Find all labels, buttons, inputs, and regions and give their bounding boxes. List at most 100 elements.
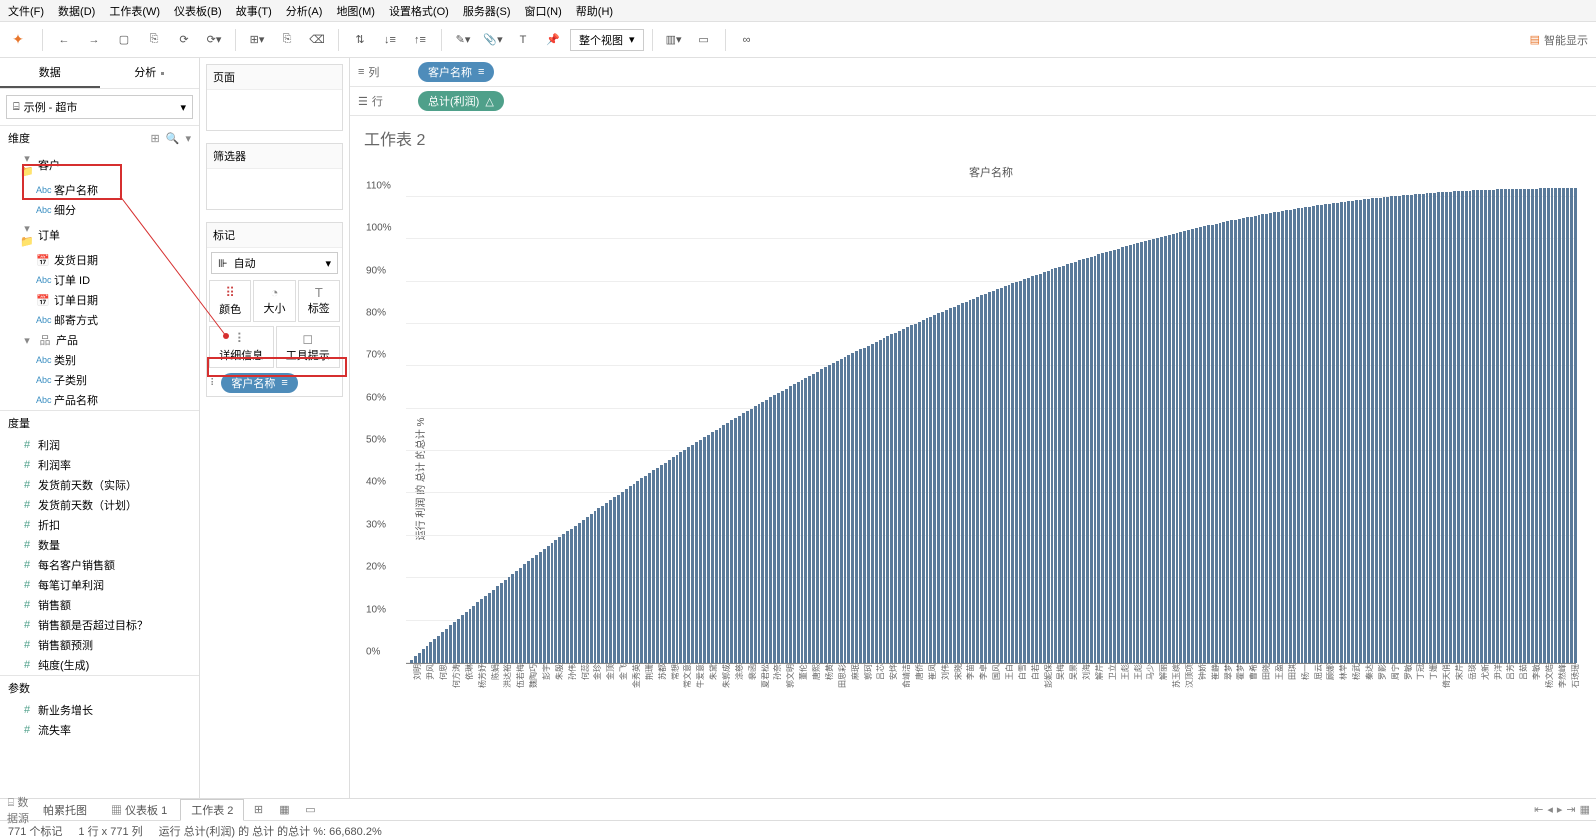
new-datasource-icon[interactable]: ⎘ [141,27,167,53]
tab-worksheet2[interactable]: 工作表 2 [180,799,244,821]
back-icon[interactable]: ← [51,27,77,53]
bar[interactable] [480,599,483,663]
bar[interactable] [769,397,772,663]
bar[interactable] [902,329,905,663]
bar[interactable] [1410,195,1413,663]
menu-help[interactable]: 帮助(H) [576,3,613,19]
bar[interactable] [586,517,589,663]
bar[interactable] [695,442,698,663]
bar[interactable] [570,529,573,663]
bar[interactable] [777,393,780,663]
bar[interactable] [1484,190,1487,663]
bar[interactable] [1297,208,1300,663]
bar[interactable] [457,619,460,663]
bar[interactable] [1437,192,1440,663]
bar[interactable] [1207,225,1210,663]
bar[interactable] [1129,245,1132,663]
datasource-selector[interactable]: ⌸ 示例 - 超市 ▾ [6,95,193,119]
bar[interactable] [836,361,839,663]
bar[interactable] [1086,258,1089,663]
chart-area[interactable]: 客户名称 运行 利润 的 总计 的总计 % 0%10%20%30%40%50%6… [406,160,1576,798]
bar[interactable] [1566,188,1569,663]
menu-story[interactable]: 故事(T) [236,3,272,19]
bar[interactable] [1472,190,1475,663]
dim-产品名称[interactable]: Abc产品名称 [0,390,199,410]
menu-file[interactable]: 文件(F) [8,3,44,19]
bar[interactable] [410,660,413,663]
bar[interactable] [797,382,800,663]
label-button[interactable]: T标签 [298,280,340,322]
bar[interactable] [543,549,546,663]
bar[interactable] [1402,195,1405,663]
bar[interactable] [984,294,987,663]
bar[interactable] [1320,205,1323,663]
bar[interactable] [1351,201,1354,663]
bar[interactable] [886,336,889,663]
meas-销售额[interactable]: #销售额 [0,595,199,615]
bar[interactable] [1160,237,1163,663]
highlight-icon[interactable]: ✎▾ [450,27,476,53]
bar[interactable] [1152,239,1155,663]
filters-shelf[interactable]: 筛选器 [206,143,343,210]
bar[interactable] [1035,275,1038,663]
bar[interactable] [547,546,550,663]
bar[interactable] [703,437,706,663]
bar[interactable] [844,357,847,663]
bar[interactable] [742,413,745,663]
bar[interactable] [578,523,581,663]
bar[interactable] [664,463,667,663]
bar[interactable] [1390,196,1393,663]
bar[interactable] [1199,227,1202,663]
bar[interactable] [910,325,913,663]
bar[interactable] [508,577,511,663]
bar[interactable] [906,327,909,663]
bar[interactable] [1250,217,1253,663]
bar[interactable] [1215,224,1218,663]
bar[interactable] [1324,204,1327,663]
bar[interactable] [1515,189,1518,663]
size-button[interactable]: ◔大小 [253,280,295,322]
bar[interactable] [918,322,921,663]
bar[interactable] [1492,190,1495,663]
bar[interactable] [1054,268,1057,663]
bar[interactable] [1398,196,1401,663]
bar[interactable] [429,642,432,663]
bar[interactable] [1355,200,1358,663]
bar[interactable] [1015,282,1018,663]
bar[interactable] [1554,188,1557,663]
bar[interactable] [1133,244,1136,663]
bar[interactable] [1480,190,1483,663]
bar[interactable] [801,380,804,663]
dim-类别[interactable]: Abc类别 [0,350,199,370]
bar[interactable] [867,346,870,663]
bar[interactable] [1062,266,1065,663]
bar[interactable] [1195,228,1198,663]
bar[interactable] [652,470,655,663]
bar[interactable] [1312,206,1315,663]
bar[interactable] [1539,188,1542,663]
show-cards-icon[interactable]: ▥▾ [661,27,687,53]
bar[interactable] [594,511,597,663]
bar[interactable] [761,402,764,663]
meas-数量[interactable]: #数量 [0,535,199,555]
bar[interactable] [933,315,936,663]
meas-每名客户销售额[interactable]: #每名客户销售额 [0,555,199,575]
bar[interactable] [691,445,694,663]
bar[interactable] [574,526,577,663]
menu-server[interactable]: 服务器(S) [463,3,511,19]
bar[interactable] [929,317,932,663]
bar[interactable] [1488,190,1491,663]
bar[interactable] [1097,254,1100,663]
param-流失率[interactable]: #流失率 [0,720,199,740]
swap-icon[interactable]: ⇅ [347,27,373,53]
bar[interactable] [1082,259,1085,663]
bar[interactable] [875,342,878,663]
bar[interactable] [1429,193,1432,663]
bar[interactable] [453,622,456,663]
menu-data[interactable]: 数据(D) [58,3,95,19]
bar[interactable] [461,615,464,663]
bar[interactable] [1230,220,1233,663]
bar[interactable] [633,484,636,663]
columns-shelf[interactable]: ≡列 客户名称≡ [350,58,1596,87]
bar[interactable] [1383,197,1386,663]
